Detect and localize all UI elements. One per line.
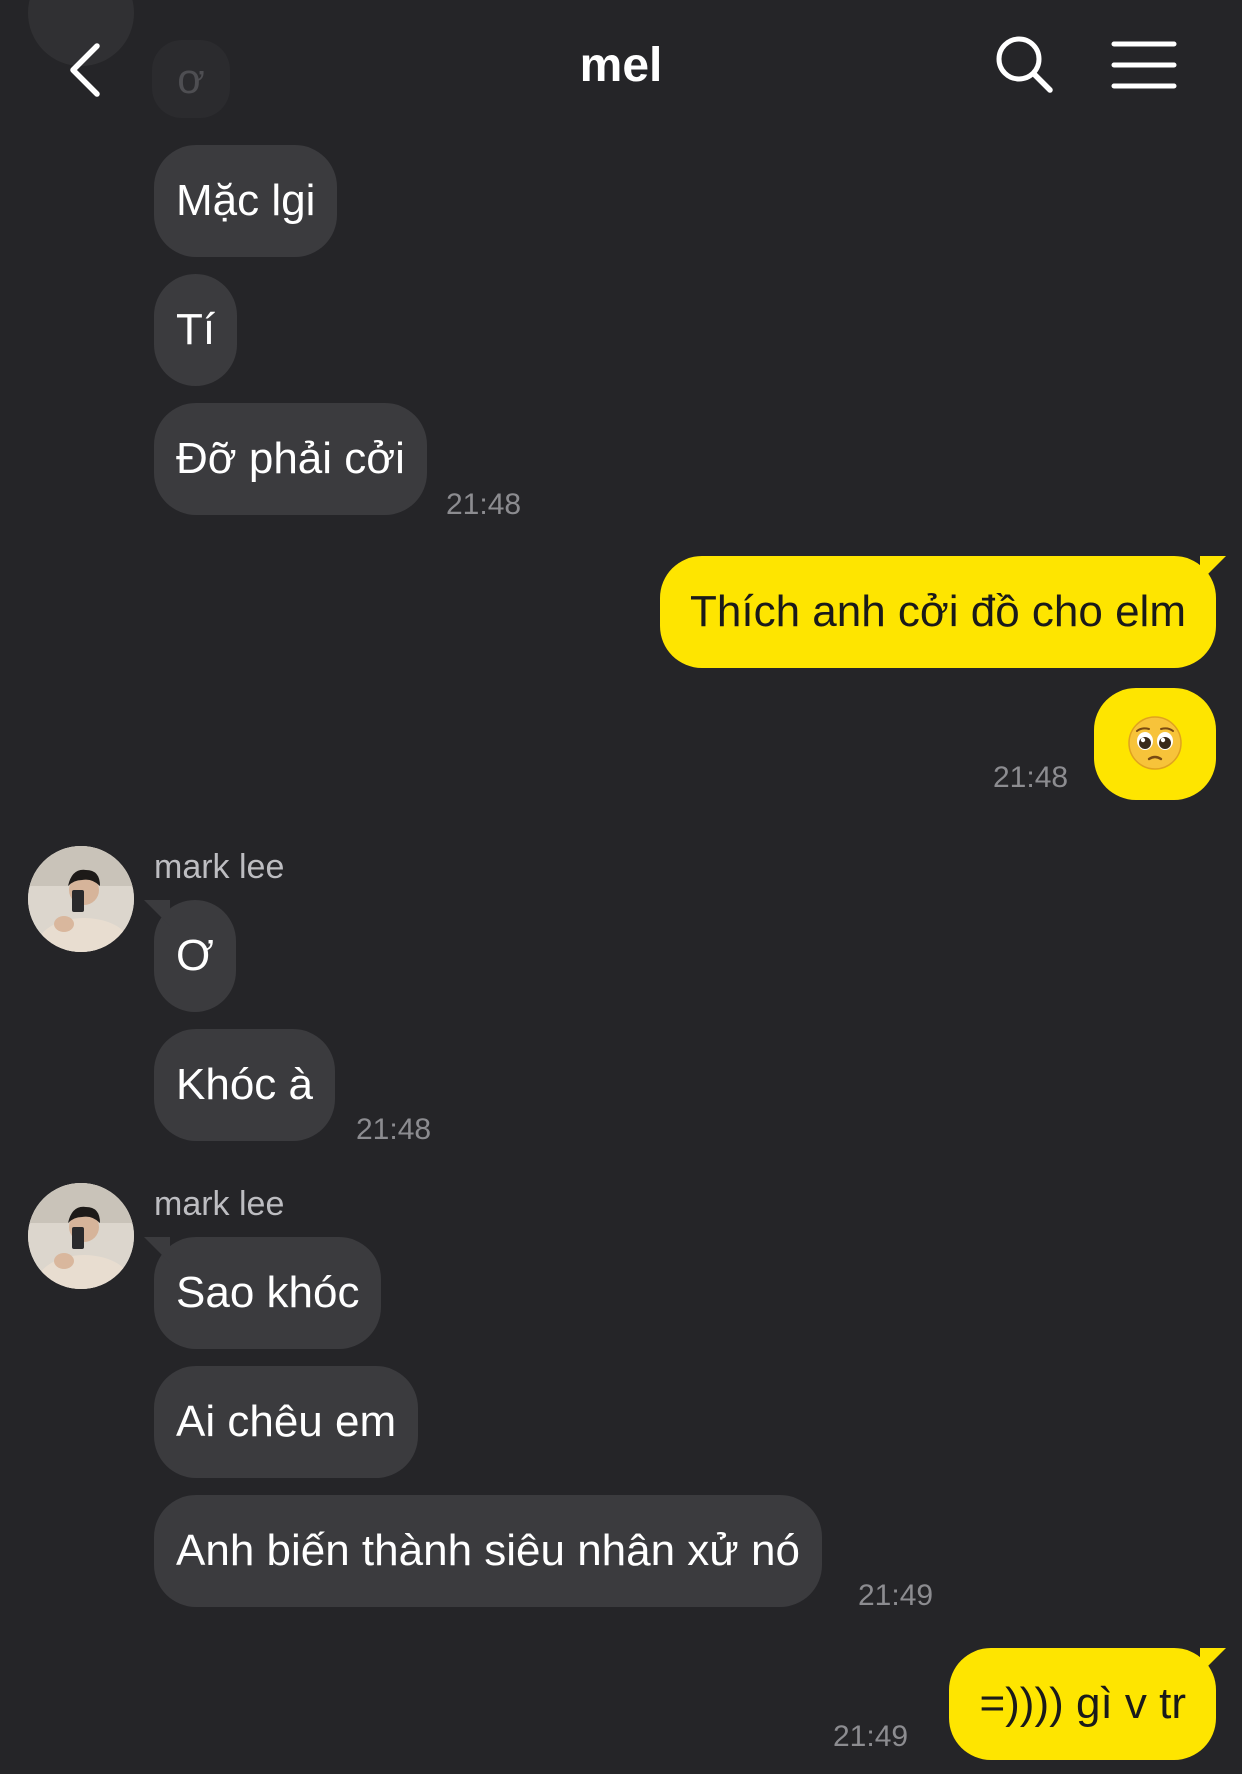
message-bubble[interactable]: Khóc à xyxy=(154,1029,335,1141)
message-bubble[interactable]: Ai chêu em xyxy=(154,1366,419,1478)
message-bubble[interactable]: Anh biến thành siêu nhân xử nó xyxy=(154,1495,822,1607)
back-button[interactable] xyxy=(50,30,120,110)
message-bubble[interactable]: Đỡ phải cởi xyxy=(154,403,427,515)
sender-name: mark lee xyxy=(154,848,285,886)
avatar[interactable] xyxy=(28,1183,134,1289)
hamburger-menu-icon xyxy=(1111,41,1177,89)
message-timestamp: 21:48 xyxy=(356,1113,432,1146)
message-timestamp: 21:48 xyxy=(446,488,522,521)
search-icon xyxy=(996,36,1053,93)
profile-photo xyxy=(28,1183,134,1289)
message-bubble[interactable]: Tí xyxy=(154,274,238,386)
sender-name: mark lee xyxy=(154,1185,285,1223)
chat-header: mel xyxy=(0,0,1242,135)
pleading-face-emoji xyxy=(1128,716,1182,771)
message-timestamp: 21:49 xyxy=(833,1720,909,1753)
chat-screen: ơ mel Mặc lgi Tí Đỡ phải cởi 21:48 Thích… xyxy=(0,0,1242,1774)
message-bubble[interactable]: Ơ xyxy=(154,900,236,1012)
message-bubble-outgoing[interactable] xyxy=(1094,688,1216,800)
avatar[interactable] xyxy=(28,846,134,952)
message-bubble[interactable]: Sao khóc xyxy=(154,1237,382,1349)
message-timestamp: 21:49 xyxy=(858,1579,934,1612)
message-bubble-outgoing[interactable]: Thích anh cởi đồ cho elm xyxy=(660,556,1216,668)
menu-button[interactable] xyxy=(1108,32,1180,98)
chevron-left-icon xyxy=(70,43,100,97)
profile-photo xyxy=(28,846,134,952)
message-bubble-outgoing[interactable]: =)))) gì v tr xyxy=(949,1648,1216,1760)
message-timestamp: 21:48 xyxy=(993,761,1069,794)
search-button[interactable] xyxy=(990,30,1060,100)
message-bubble[interactable]: Mặc lgi xyxy=(154,145,338,257)
